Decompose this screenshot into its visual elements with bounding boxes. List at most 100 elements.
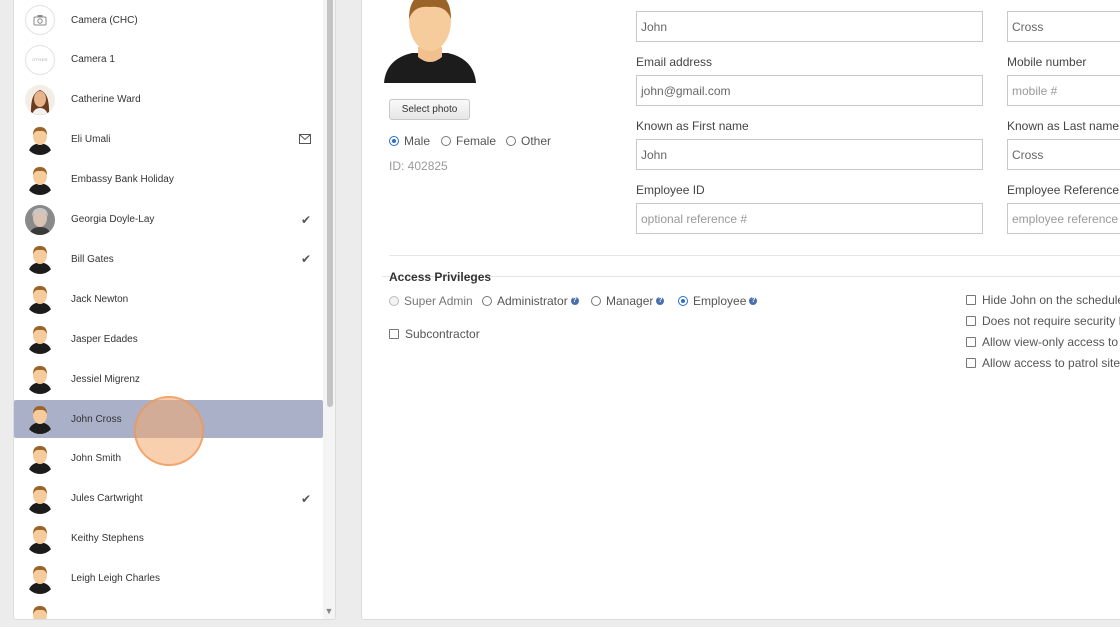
help-icon[interactable]: ? [656,297,665,305]
role-super-admin-radio[interactable]: Super Admin [389,294,473,308]
employee-row[interactable]: Jessiel Migrenz [14,360,323,398]
employee-name: Camera 1 [71,54,115,66]
role-administrator-label: Administrator [497,294,568,308]
known-last-label: Known as Last name [1007,119,1120,133]
default-person-icon [25,165,55,195]
radio-selected-icon[interactable] [389,136,399,146]
role-employee-label: Employee [693,294,747,308]
subcontractor-checkbox[interactable]: Subcontractor [389,327,480,341]
employee-name: Georgia Doyle-Lay [71,214,155,225]
option-no-security-license[interactable]: Does not require security lic [966,314,1120,328]
gender-other-label: Other [521,134,552,148]
scrollbar-thumb[interactable] [327,0,333,407]
first-name-input[interactable]: John [636,11,983,42]
known-last-input[interactable]: Cross [1007,139,1120,170]
avatar [25,204,55,235]
default-person-icon [25,604,55,619]
employee-row[interactable]: Eli Umali [14,121,323,159]
subcontractor-label: Subcontractor [405,327,480,341]
other-badge-text: OTHER [32,57,48,63]
employee-name: Jack Newton [71,293,129,305]
role-administrator-radio[interactable]: Administrator ? [482,294,579,308]
employee-row[interactable]: Bill Gates ✔ [14,240,323,278]
employee-row[interactable]: John Smith [14,440,323,478]
radio-icon[interactable] [506,136,516,146]
employee-name: Jessiel Migrenz [71,373,140,385]
radio-icon[interactable] [389,296,399,306]
check-icon: ✔ [300,212,311,227]
employee-ref-label: Employee Reference N [1007,183,1120,197]
employee-row[interactable]: Embassy Bank Holiday [14,161,323,199]
role-manager-radio[interactable]: Manager ? [591,294,665,308]
radio-icon[interactable] [441,136,451,146]
gender-other-radio[interactable]: Other [506,134,551,148]
default-person-icon [25,524,55,554]
known-first-input[interactable]: John [636,139,983,170]
other-badge-icon: OTHER [25,44,55,75]
default-person-icon [25,364,55,395]
check-icon: ✔ [300,252,311,267]
gender-female-radio[interactable]: Female [441,134,496,148]
select-photo-button[interactable]: Select photo [389,99,470,120]
role-employee-radio[interactable]: Employee ? [678,294,758,308]
employee-row[interactable]: OTHER Camera 1 [14,41,323,79]
employee-row[interactable]: Jack Newton [14,280,323,318]
scrollbar[interactable]: ▼ [323,0,335,619]
access-privileges-title: Access Privileges [389,270,492,284]
divider [382,276,1120,277]
employee-row[interactable]: Jules Cartwright ✔ [14,480,323,518]
employee-id-input[interactable]: optional reference # [636,203,983,234]
gender-female-label: Female [456,134,497,148]
option-view-only-access[interactable]: Allow view-only access to fi [966,335,1120,349]
default-person-icon [25,324,55,355]
option-label: Does not require security lic [982,314,1120,328]
checkbox-icon[interactable] [966,358,976,368]
checkbox-icon[interactable] [966,316,976,326]
option-patrol-sites-access[interactable]: Allow access to patrol sites [966,356,1120,370]
checkbox-icon[interactable] [966,295,976,305]
radio-icon[interactable] [591,296,601,306]
help-icon[interactable]: ? [749,297,758,305]
camera-icon [25,5,55,35]
employee-row[interactable]: Leigh Leigh Charles [14,560,323,598]
employee-name: Keithy Stephens [71,533,144,545]
help-icon[interactable]: ? [570,297,579,305]
employee-row-selected[interactable]: John Cross [14,400,323,438]
checkbox-icon[interactable] [966,337,976,347]
last-name-input[interactable]: Cross [1007,11,1120,42]
email-input[interactable]: john@gmail.com [636,75,983,106]
avatar [25,84,55,115]
option-hide-on-schedule[interactable]: Hide John on the schedule [966,293,1120,307]
check-icon: ✔ [300,491,311,506]
default-person-icon [25,125,55,155]
email-label: Email address [636,55,713,69]
option-label: Hide John on the schedule [982,293,1120,307]
default-person-icon [25,484,55,514]
mobile-label: Mobile number [1007,55,1087,69]
employee-name: Eli Umali [71,134,111,146]
role-super-admin-label: Super Admin [404,294,473,308]
role-manager-label: Manager [606,294,654,308]
employee-ref-input[interactable]: employee reference # [1007,203,1120,234]
employee-row[interactable]: Jasper Edades [14,320,323,358]
radio-icon[interactable] [482,296,492,306]
employee-row[interactable]: Georgia Doyle-Lay ✔ [14,201,323,239]
scroll-down-arrow-icon[interactable]: ▼ [324,606,334,616]
employee-row[interactable]: Camera (CHC) [14,1,323,39]
employee-row[interactable]: Keithy Stephens [14,520,323,558]
employee-name: John Cross [71,413,122,425]
employee-row[interactable]: Catherine Ward [14,81,323,119]
option-label: Allow access to patrol sites [982,356,1120,370]
gender-male-radio[interactable]: Male [389,134,430,148]
default-person-icon [25,444,55,474]
radio-selected-icon[interactable] [678,296,688,306]
default-person-icon [25,244,55,275]
employee-list-panel: Camera (CHC) OTHER Camera 1 Catherine Ward E… [13,0,336,620]
mobile-input[interactable]: mobile # [1007,75,1120,106]
profile-photo [382,0,478,85]
employee-name: John Smith [71,453,122,465]
employee-detail-panel: Select photo Male Female Other ID: 40282… [361,0,1120,620]
employee-name: Jasper Edades [71,333,138,345]
employee-row[interactable] [14,600,323,619]
checkbox-icon[interactable] [389,329,399,339]
